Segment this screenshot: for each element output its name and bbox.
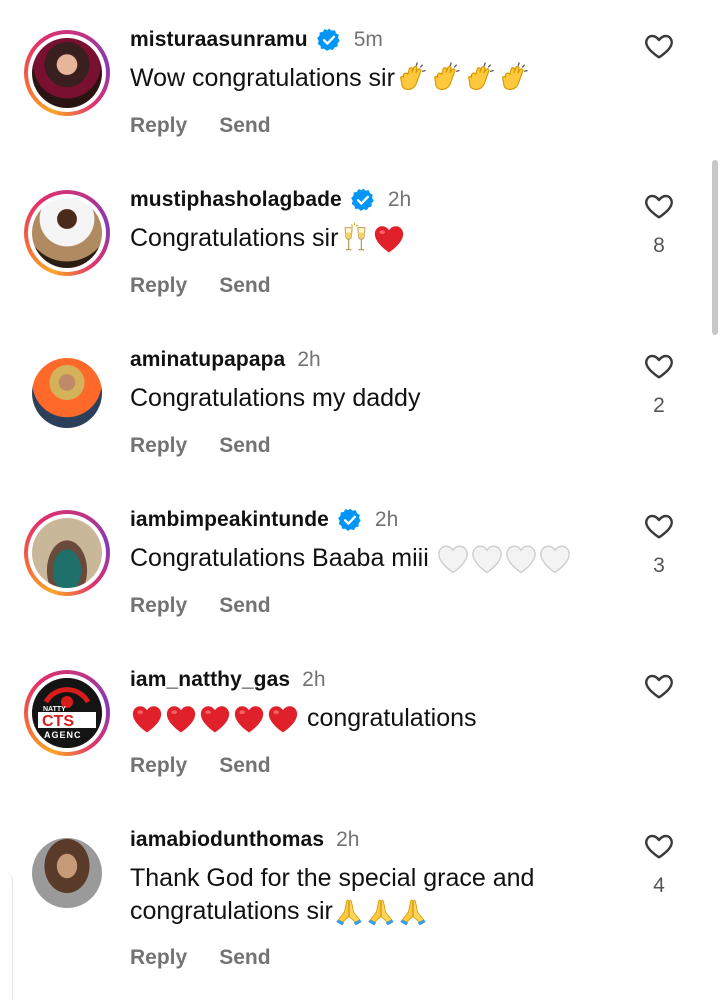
svg-text:CTS: CTS: [42, 713, 74, 730]
comment-text: Congratulations my daddy: [130, 384, 421, 412]
champagne-glasses-icon: [338, 222, 372, 256]
white-heart-icon: [504, 542, 538, 576]
comment-text: Congratulations sir: [130, 222, 630, 256]
avatar[interactable]: [24, 350, 110, 436]
like-heart-icon[interactable]: [642, 830, 676, 862]
folded-hands-icon: [365, 896, 397, 928]
reply-button[interactable]: Reply: [130, 114, 187, 138]
send-button[interactable]: Send: [219, 594, 270, 618]
username[interactable]: misturaasunramu: [130, 28, 308, 52]
folded-hands-icon: [397, 896, 429, 928]
comment-text: congratulations: [130, 702, 630, 736]
username[interactable]: iamabiodunthomas: [130, 828, 324, 852]
avatar-logo: NATTY CTS AGENC: [32, 678, 102, 748]
brand-logo: NATTY CTS AGENC: [32, 678, 102, 748]
avatar[interactable]: [24, 510, 110, 596]
comment-item: iamabiodunthomas 2h Thank God for the sp…: [0, 800, 720, 1000]
send-button[interactable]: Send: [219, 754, 270, 778]
comment-text: Congratulations Baaba miii: [130, 542, 630, 576]
clapping-hands-icon: [395, 62, 429, 96]
clapping-hands-icon: [463, 62, 497, 96]
timestamp: 2h: [336, 828, 360, 851]
timestamp: 2h: [387, 188, 412, 211]
avatar-photo: [32, 358, 102, 428]
verified-badge-icon: [316, 27, 342, 53]
comment-item: NATTY CTS AGENC iam_natthy_gas 2h congra…: [0, 640, 720, 800]
avatar-photo: [32, 838, 102, 908]
reply-button[interactable]: Reply: [130, 274, 187, 298]
timestamp: 2h: [302, 668, 326, 691]
verified-badge-icon: [350, 187, 376, 213]
like-heart-icon[interactable]: [642, 670, 676, 702]
reply-button[interactable]: Reply: [130, 594, 187, 618]
comment-item: misturaasunramu 5m Wow congratulations s…: [0, 0, 720, 160]
avatar-photo: [32, 38, 102, 108]
like-count: 2: [653, 394, 665, 417]
red-heart-icon: [164, 702, 198, 736]
avatar-photo: [32, 518, 102, 588]
clapping-hands-icon: [497, 62, 531, 96]
like-count: 4: [653, 874, 665, 897]
svg-text:AGENC: AGENC: [44, 730, 82, 740]
comment-item: mustiphasholagbade 2h Congratulations si…: [0, 160, 720, 320]
comment-text: Thank God for the special grace and cong…: [130, 862, 630, 928]
svg-text:NATTY: NATTY: [43, 706, 66, 713]
folded-hands-icon: [333, 896, 365, 928]
send-button[interactable]: Send: [219, 274, 270, 298]
username[interactable]: mustiphasholagbade: [130, 188, 342, 212]
red-heart-icon: [232, 702, 266, 736]
timestamp: 2h: [374, 508, 399, 531]
verified-badge-icon: [337, 507, 363, 533]
side-panel-edge: [0, 870, 13, 1000]
white-heart-icon: [470, 542, 504, 576]
comment-text: Wow congratulations sir: [130, 62, 630, 96]
scrollbar[interactable]: [712, 160, 718, 335]
avatar[interactable]: [24, 30, 110, 116]
send-button[interactable]: Send: [219, 434, 270, 458]
like-heart-icon[interactable]: [642, 350, 676, 382]
avatar[interactable]: [24, 190, 110, 276]
like-heart-icon[interactable]: [642, 30, 676, 62]
red-heart-icon: [266, 702, 300, 736]
like-count: 3: [653, 554, 665, 577]
like-heart-icon[interactable]: [642, 190, 676, 222]
red-heart-icon: [198, 702, 232, 736]
red-heart-icon: [130, 702, 164, 736]
white-heart-icon: [436, 542, 470, 576]
reply-button[interactable]: Reply: [130, 754, 187, 778]
red-heart-icon: [372, 222, 406, 256]
like-count: 8: [653, 234, 665, 257]
username[interactable]: aminatupapapa: [130, 348, 285, 372]
white-heart-icon: [538, 542, 572, 576]
username[interactable]: iambimpeakintunde: [130, 508, 329, 532]
timestamp: 2h: [297, 348, 321, 371]
username[interactable]: iam_natthy_gas: [130, 668, 290, 692]
like-heart-icon[interactable]: [642, 510, 676, 542]
timestamp: 5m: [353, 28, 383, 51]
send-button[interactable]: Send: [219, 114, 270, 138]
send-button[interactable]: Send: [219, 946, 270, 970]
reply-button[interactable]: Reply: [130, 434, 187, 458]
avatar-photo: [32, 198, 102, 268]
reply-button[interactable]: Reply: [130, 946, 187, 970]
clapping-hands-icon: [429, 62, 463, 96]
avatar[interactable]: [24, 830, 110, 916]
avatar[interactable]: NATTY CTS AGENC: [24, 670, 110, 756]
comment-item: aminatupapapa 2h Congratulations my dadd…: [0, 320, 720, 480]
comment-item: iambimpeakintunde 2h Congratulations Baa…: [0, 480, 720, 640]
